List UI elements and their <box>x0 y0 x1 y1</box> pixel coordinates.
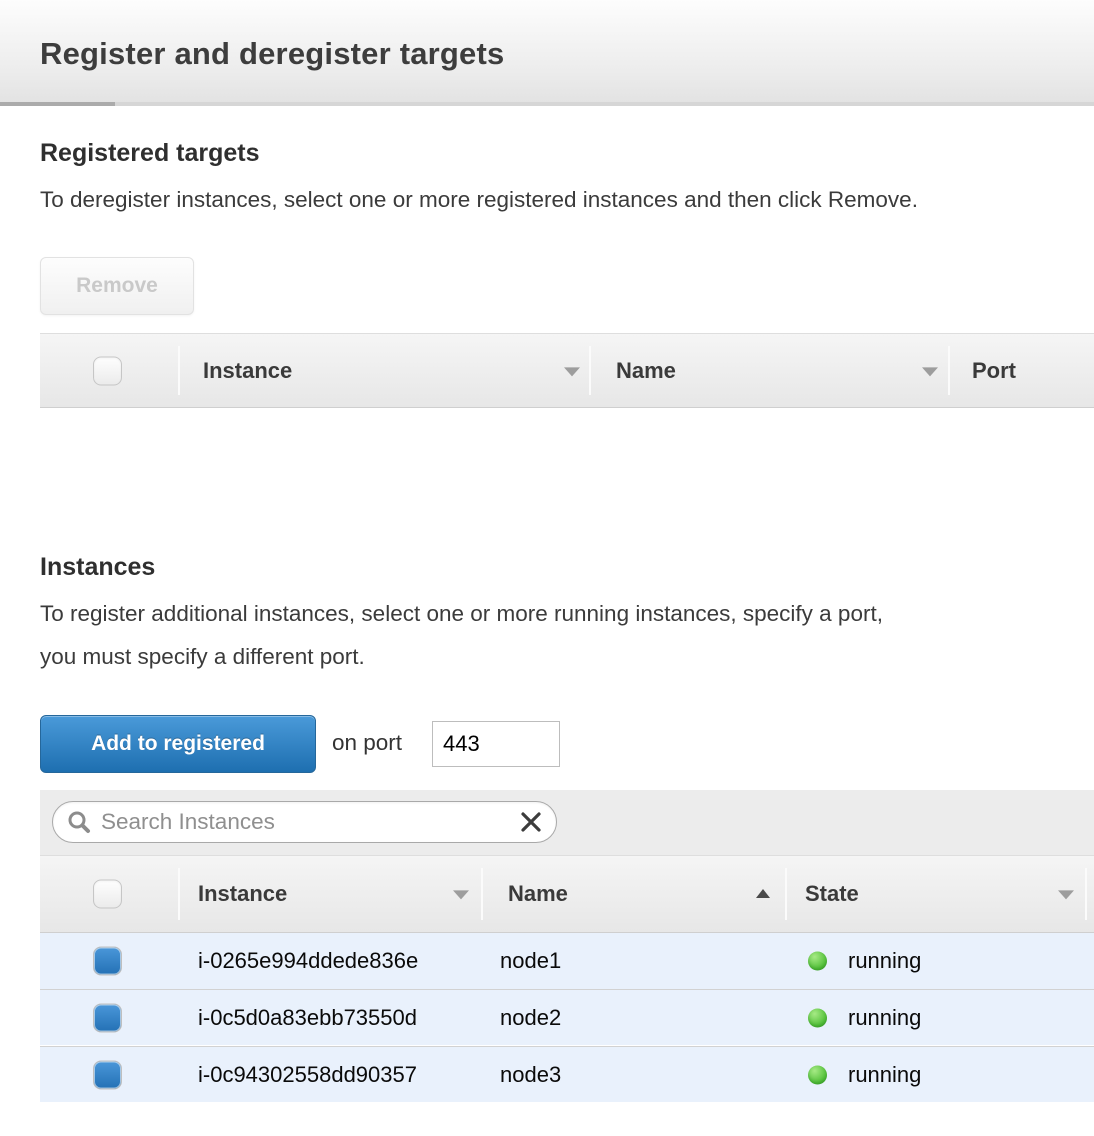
state-running-icon <box>808 1008 827 1027</box>
remove-button[interactable]: Remove <box>40 257 194 315</box>
instance-name: node3 <box>500 1062 561 1088</box>
column-divider <box>481 868 483 920</box>
search-icon <box>67 810 91 834</box>
column-divider <box>948 346 950 395</box>
registered-table-header: Instance Name Port <box>40 333 1094 408</box>
on-port-label: on port <box>332 730 402 756</box>
sort-arrow-down-icon[interactable] <box>453 890 469 899</box>
instance-row-node3[interactable]: i-0c94302558dd90357 node3 running <box>40 1046 1094 1102</box>
instances-heading: Instances <box>40 553 155 582</box>
instances-column-header-name[interactable]: Name <box>508 881 568 907</box>
sort-arrow-down-icon[interactable] <box>1058 890 1074 899</box>
row-checkbox[interactable] <box>93 1003 122 1032</box>
row-checkbox[interactable] <box>93 1060 122 1089</box>
instance-name: node2 <box>500 1005 561 1031</box>
instance-id: i-0265e994ddede836e <box>198 948 418 974</box>
instance-id: i-0c94302558dd90357 <box>198 1062 417 1088</box>
registered-column-header-instance[interactable]: Instance <box>203 358 292 384</box>
port-input[interactable] <box>432 721 560 767</box>
row-checkbox[interactable] <box>93 947 122 976</box>
sort-arrow-down-icon[interactable] <box>922 367 938 376</box>
add-to-registered-button[interactable]: Add to registered <box>40 715 316 773</box>
registered-targets-description: To deregister instances, select one or m… <box>40 187 918 213</box>
registered-column-header-name[interactable]: Name <box>616 358 676 384</box>
column-divider <box>1085 868 1087 920</box>
sort-arrow-down-icon[interactable] <box>564 367 580 376</box>
search-instances-input[interactable] <box>101 809 520 835</box>
page-title: Register and deregister targets <box>40 36 504 72</box>
instance-state: running <box>848 1005 921 1031</box>
sort-arrow-up-icon[interactable] <box>756 889 770 898</box>
search-box[interactable] <box>52 801 557 843</box>
instance-state: running <box>848 1062 921 1088</box>
dialog-header: Register and deregister targets <box>0 0 1094 106</box>
instances-table-header: Instance Name State <box>40 855 1094 933</box>
instances-search-toolbar <box>40 790 1094 855</box>
instances-description-line1: To register additional instances, select… <box>40 601 883 627</box>
state-running-icon <box>808 1065 827 1084</box>
instances-description-line2: you must specify a different port. <box>40 644 365 670</box>
column-divider <box>178 346 180 395</box>
instance-name: node1 <box>500 948 561 974</box>
instance-row-node1[interactable]: i-0265e994ddede836e node1 running <box>40 933 1094 989</box>
state-running-icon <box>808 952 827 971</box>
clear-search-icon[interactable] <box>520 811 542 833</box>
header-divider-notch <box>0 102 115 106</box>
instances-column-header-state[interactable]: State <box>805 881 859 907</box>
instances-column-header-instance[interactable]: Instance <box>198 881 287 907</box>
registered-select-all-checkbox[interactable] <box>93 356 122 385</box>
instances-select-all-checkbox[interactable] <box>93 880 122 909</box>
column-divider <box>178 868 180 920</box>
instance-id: i-0c5d0a83ebb73550d <box>198 1005 417 1031</box>
column-divider <box>785 868 787 920</box>
instance-row-node2[interactable]: i-0c5d0a83ebb73550d node2 running <box>40 989 1094 1045</box>
instance-state: running <box>848 948 921 974</box>
registered-targets-heading: Registered targets <box>40 139 260 168</box>
column-divider <box>589 346 591 395</box>
registered-column-header-port[interactable]: Port <box>972 358 1016 384</box>
